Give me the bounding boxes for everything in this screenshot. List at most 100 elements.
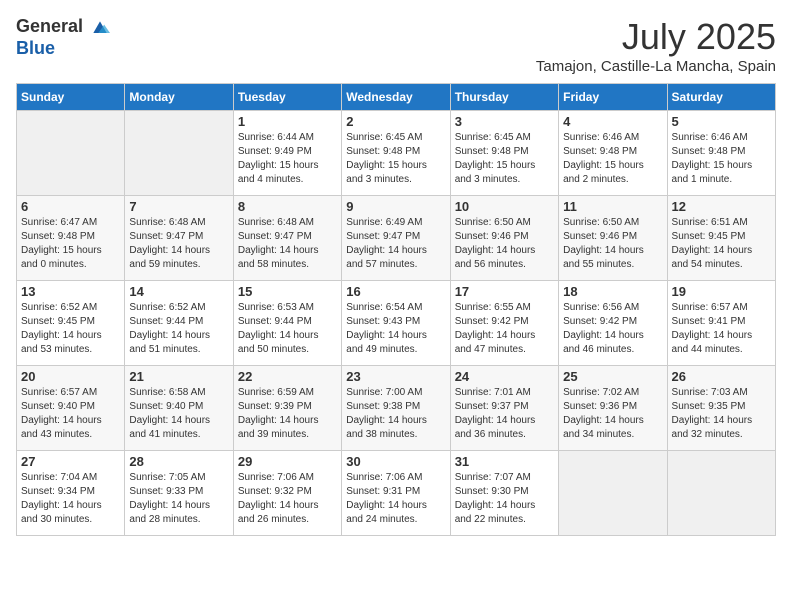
sunset-label: Sunset: 9:39 PM — [238, 401, 312, 412]
calendar-cell: 9Sunrise: 6:49 AMSunset: 9:47 PMDaylight… — [342, 196, 450, 281]
day-number: 17 — [455, 284, 554, 299]
cell-content: Sunrise: 6:57 AMSunset: 9:40 PMDaylight:… — [21, 386, 120, 442]
cell-content: Sunrise: 6:52 AMSunset: 9:45 PMDaylight:… — [21, 301, 120, 357]
day-number: 23 — [346, 369, 445, 384]
sunset-label: Sunset: 9:47 PM — [346, 231, 420, 242]
daylight-label: Daylight: 14 hours and 34 minutes. — [563, 415, 644, 440]
sunrise-label: Sunrise: 6:46 AM — [563, 132, 639, 143]
day-number: 27 — [21, 454, 120, 469]
sunset-label: Sunset: 9:46 PM — [455, 231, 529, 242]
calendar-cell: 12 Sunrise: 6:51 AMSunset: 9:45 PMDayligh… — [667, 196, 775, 281]
calendar-week-row: 13 Sunrise: 6:52 AMSunset: 9:45 PMDayligh… — [17, 281, 776, 366]
day-number: 10 — [455, 199, 554, 214]
daylight-label: Daylight: 14 hours and 41 minutes. — [129, 415, 210, 440]
day-number: 12 — [672, 199, 771, 214]
day-number: 29 — [238, 454, 337, 469]
sunrise-label: Sunrise: 6:55 AM — [455, 302, 531, 313]
calendar-cell: 6Sunrise: 6:47 AMSunset: 9:48 PMDaylight… — [17, 196, 125, 281]
day-number: 31 — [455, 454, 554, 469]
sunrise-label: Sunrise: 6:45 AM — [346, 132, 422, 143]
calendar-cell: 25 Sunrise: 7:02 AMSunset: 9:36 PMDayligh… — [559, 366, 667, 451]
cell-content: Sunrise: 6:54 AMSunset: 9:43 PMDaylight:… — [346, 301, 445, 357]
cell-content: Sunrise: 6:58 AMSunset: 9:40 PMDaylight:… — [129, 386, 228, 442]
sunset-label: Sunset: 9:37 PM — [455, 401, 529, 412]
day-number: 8 — [238, 199, 337, 214]
calendar-cell: 18 Sunrise: 6:56 AMSunset: 9:42 PMDayligh… — [559, 281, 667, 366]
day-number: 16 — [346, 284, 445, 299]
sunset-label: Sunset: 9:36 PM — [563, 401, 637, 412]
calendar-cell: 31Sunrise: 7:07 AMSunset: 9:30 PMDayligh… — [450, 451, 558, 536]
sunset-label: Sunset: 9:34 PM — [21, 486, 95, 497]
sunrise-label: Sunrise: 6:53 AM — [238, 302, 314, 313]
daylight-label: Daylight: 14 hours and 54 minutes. — [672, 245, 753, 270]
sunset-label: Sunset: 9:32 PM — [238, 486, 312, 497]
calendar-cell: 20Sunrise: 6:57 AMSunset: 9:40 PMDayligh… — [17, 366, 125, 451]
sunrise-label: Sunrise: 6:47 AM — [21, 217, 97, 228]
daylight-label: Daylight: 15 hours and 2 minutes. — [563, 160, 644, 185]
cell-content: Sunrise: 6:53 AMSunset: 9:44 PMDaylight:… — [238, 301, 337, 357]
calendar-cell: 5Sunrise: 6:46 AMSunset: 9:48 PMDaylight… — [667, 111, 775, 196]
sunrise-label: Sunrise: 6:54 AM — [346, 302, 422, 313]
day-number: 2 — [346, 114, 445, 129]
calendar-cell: 28Sunrise: 7:05 AMSunset: 9:33 PMDayligh… — [125, 451, 233, 536]
calendar-table: SundayMondayTuesdayWednesdayThursdayFrid… — [16, 83, 776, 536]
weekday-header: Friday — [559, 84, 667, 111]
calendar-week-row: 27Sunrise: 7:04 AMSunset: 9:34 PMDayligh… — [17, 451, 776, 536]
cell-content: Sunrise: 6:47 AM Sunset: 9:48 PM Daylight:… — [21, 216, 120, 272]
day-number: 7 — [129, 199, 228, 214]
sunset-label: Sunset: 9:38 PM — [346, 401, 420, 412]
calendar-cell: 19Sunrise: 6:57 AMSunset: 9:41 PMDayligh… — [667, 281, 775, 366]
cell-content: Sunrise: 7:02 AMSunset: 9:36 PMDaylight:… — [563, 386, 662, 442]
sunset-label: Sunset: 9:46 PM — [563, 231, 637, 242]
sunset-label: Sunset: 9:45 PM — [672, 231, 746, 242]
daylight-label: Daylight: 14 hours and 38 minutes. — [346, 415, 427, 440]
calendar-cell: 23 Sunrise: 7:00 AM Sunset: 9:38 PM Dayligh… — [342, 366, 450, 451]
day-number: 30 — [346, 454, 445, 469]
sunrise-label: Sunrise: 7:06 AM — [346, 472, 422, 483]
weekday-header: Monday — [125, 84, 233, 111]
cell-content: Sunrise: 6:51 AMSunset: 9:45 PMDaylight:… — [672, 216, 771, 272]
sunset-label: Sunset: 9:42 PM — [563, 316, 637, 327]
daylight-label: Daylight: 14 hours and 22 minutes. — [455, 500, 536, 525]
calendar-cell: 29 Sunrise: 7:06 AMSunset: 9:32 PMDayligh… — [233, 451, 341, 536]
cell-content: Sunrise: 6:59 AMSunset: 9:39 PMDaylight:… — [238, 386, 337, 442]
cell-content: Sunrise: 7:00 AM Sunset: 9:38 PM Daylight:… — [346, 386, 445, 442]
sunrise-label: Sunrise: 7:00 AM — [346, 387, 422, 398]
sunset-label: Sunset: 9:31 PM — [346, 486, 420, 497]
sunrise-label: Sunrise: 6:59 AM — [238, 387, 314, 398]
daylight-label: Daylight: 15 hours and 1 minute. — [672, 160, 753, 185]
calendar-cell: 24Sunrise: 7:01 AMSunset: 9:37 PMDayligh… — [450, 366, 558, 451]
cell-content: Sunrise: 7:01 AMSunset: 9:37 PMDaylight:… — [455, 386, 554, 442]
calendar-cell: 4Sunrise: 6:46 AMSunset: 9:48 PMDaylight… — [559, 111, 667, 196]
calendar-cell — [125, 111, 233, 196]
daylight-label: Daylight: 14 hours and 43 minutes. — [21, 415, 102, 440]
logo-blue: Blue — [16, 38, 55, 58]
day-number: 13 — [21, 284, 120, 299]
weekday-header: Sunday — [17, 84, 125, 111]
day-number: 9 — [346, 199, 445, 214]
cell-content: Sunrise: 7:06 AMSunset: 9:32 PMDaylight:… — [238, 471, 337, 527]
sunrise-label: Sunrise: 7:01 AM — [455, 387, 531, 398]
cell-content: Sunrise: 6:52 AMSunset: 9:44 PMDaylight:… — [129, 301, 228, 357]
sunrise-label: Sunrise: 7:03 AM — [672, 387, 748, 398]
cell-content: Sunrise: 6:49 AMSunset: 9:47 PMDaylight:… — [346, 216, 445, 272]
day-number: 1 — [238, 114, 337, 129]
calendar-week-row: 1Sunrise: 6:44 AMSunset: 9:49 PMDaylight… — [17, 111, 776, 196]
month-title: July 2025 — [536, 16, 776, 58]
cell-content: Sunrise: 6:57 AMSunset: 9:41 PMDaylight:… — [672, 301, 771, 357]
daylight-label: Daylight: 14 hours and 53 minutes. — [21, 330, 102, 355]
sunset-label: Sunset: 9:48 PM — [21, 231, 95, 242]
calendar-cell — [17, 111, 125, 196]
day-number: 25 — [563, 369, 662, 384]
calendar-cell: 1Sunrise: 6:44 AMSunset: 9:49 PMDaylight… — [233, 111, 341, 196]
sunrise-label: Sunrise: 6:49 AM — [346, 217, 422, 228]
weekday-header: Wednesday — [342, 84, 450, 111]
day-number: 3 — [455, 114, 554, 129]
calendar-cell: 17Sunrise: 6:55 AMSunset: 9:42 PMDayligh… — [450, 281, 558, 366]
sunrise-label: Sunrise: 6:48 AM — [238, 217, 314, 228]
calendar-cell: 14Sunrise: 6:52 AMSunset: 9:44 PMDayligh… — [125, 281, 233, 366]
cell-content: Sunrise: 7:05 AMSunset: 9:33 PMDaylight:… — [129, 471, 228, 527]
day-number: 18 — [563, 284, 662, 299]
daylight-label: Daylight: 15 hours and 0 minutes. — [21, 245, 102, 270]
cell-content: Sunrise: 6:56 AMSunset: 9:42 PMDaylight:… — [563, 301, 662, 357]
